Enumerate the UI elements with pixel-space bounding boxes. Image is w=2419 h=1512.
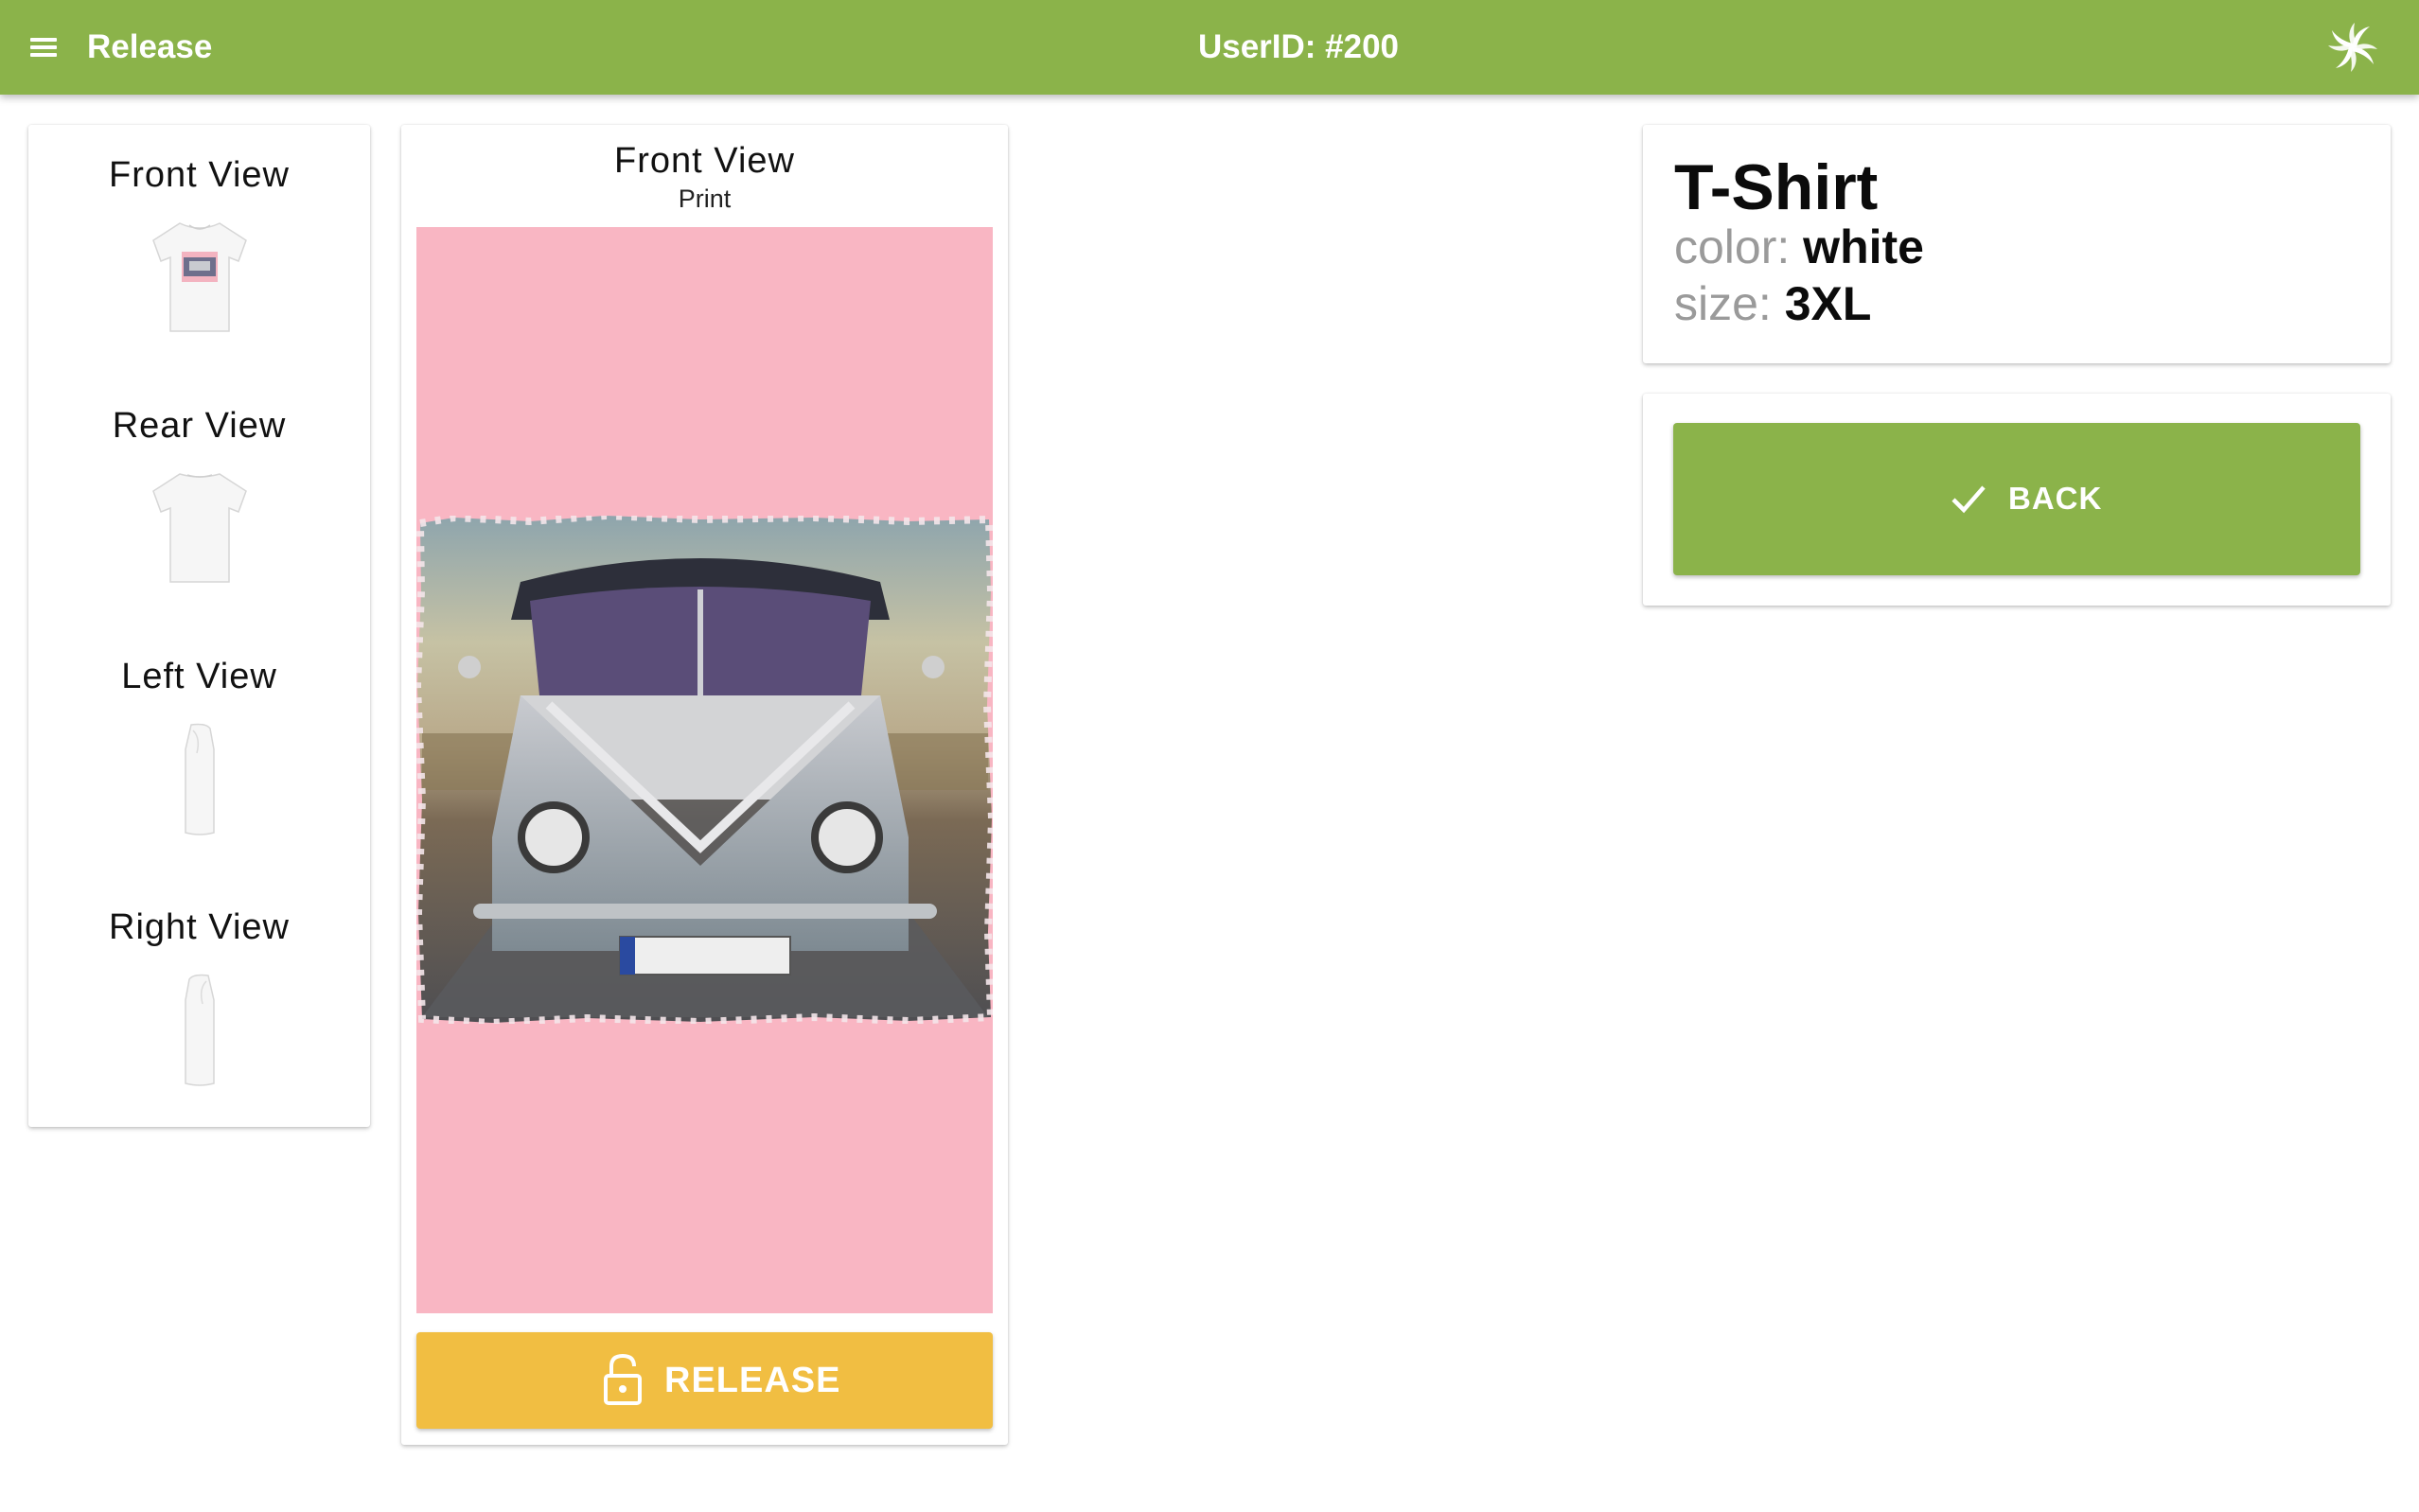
user-id-label: UserID: #200 <box>1197 28 1400 65</box>
product-info-card: T-Shirt color: white size: 3XL <box>1643 125 2391 363</box>
van-print-image <box>416 516 993 1024</box>
hamburger-menu-icon[interactable] <box>26 32 61 62</box>
view-item-front[interactable]: Front View <box>28 125 370 361</box>
print-area <box>416 227 993 1313</box>
release-button-label: RELEASE <box>664 1361 841 1400</box>
preview-subtitle: Print <box>678 185 732 213</box>
view-label: Rear View <box>112 406 287 446</box>
color-key: color: <box>1674 220 1791 273</box>
print-preview-card: Front View Print RELEASE <box>401 125 1008 1445</box>
app-bar: Release UserID: #200 <box>0 0 2419 95</box>
product-color: color: white <box>1674 220 1924 274</box>
back-button[interactable]: BACK <box>1673 423 2360 575</box>
view-label: Right View <box>109 907 290 947</box>
view-item-right[interactable]: Right View <box>28 877 370 1114</box>
view-label: Left View <box>121 657 277 696</box>
color-value: white <box>1803 220 1924 273</box>
lock-open-icon <box>604 1353 642 1405</box>
product-name: T-Shirt <box>1674 151 1879 223</box>
actions-card: BACK <box>1643 394 2391 606</box>
preview-title: Front View <box>614 141 795 181</box>
size-value: 3XL <box>1784 277 1872 330</box>
check-icon <box>1951 485 1986 514</box>
tshirt-left-icon <box>185 723 215 835</box>
page-title: Release <box>87 28 213 65</box>
size-key: size: <box>1674 277 1772 330</box>
swirl-logo-icon[interactable] <box>2324 19 2381 76</box>
user-id-wrapper: UserID: #200 <box>0 28 2419 66</box>
view-item-left[interactable]: Left View <box>28 626 370 863</box>
view-item-rear[interactable]: Rear View <box>28 376 370 612</box>
view-label: Front View <box>109 155 290 195</box>
back-button-label: BACK <box>2008 481 2103 516</box>
release-button[interactable]: RELEASE <box>416 1332 993 1429</box>
tshirt-front-icon <box>152 222 247 332</box>
view-selector-panel: Front View Rear View Left View Right Vie… <box>28 125 370 1127</box>
tshirt-right-icon <box>185 974 215 1086</box>
product-size: size: 3XL <box>1674 276 1871 331</box>
tshirt-rear-icon <box>152 473 247 583</box>
